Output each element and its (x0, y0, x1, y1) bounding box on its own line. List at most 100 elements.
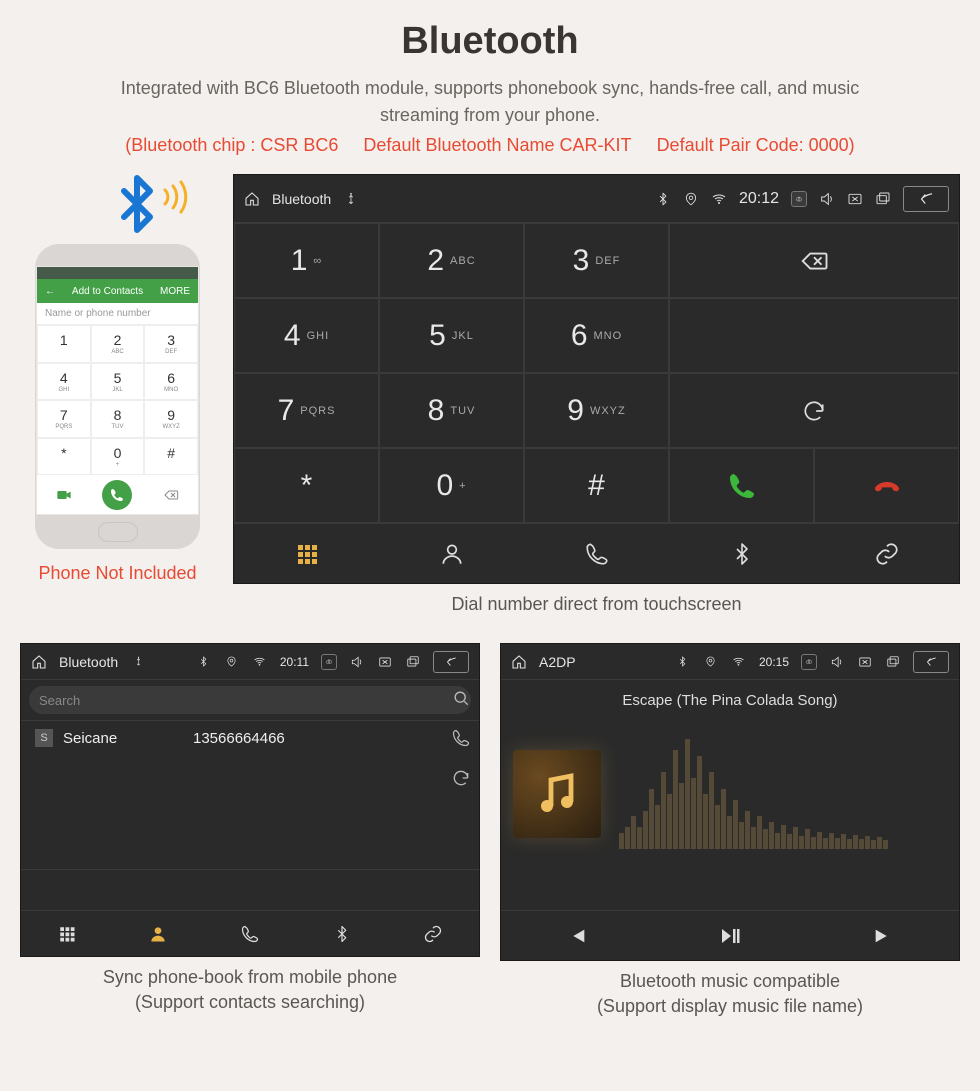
phone-key-1[interactable]: 1 (37, 325, 91, 363)
screenshot-icon[interactable] (791, 191, 807, 207)
phone-key-5[interactable]: 5JKL (91, 363, 145, 401)
tab-recents[interactable] (204, 911, 296, 956)
dial-key-*[interactable]: * (234, 448, 379, 523)
contact-name: Seicane (63, 730, 183, 747)
screenshot-icon[interactable] (321, 654, 337, 670)
dial-key-2[interactable]: 2ABC (379, 223, 524, 298)
page-subtitle: Integrated with BC6 Bluetooth module, su… (80, 75, 900, 129)
bluetooth-logo (20, 174, 215, 244)
phone-call-button[interactable] (102, 480, 132, 510)
phone-key-0[interactable]: 0+ (91, 438, 145, 476)
contacts-caption: Sync phone-book from mobile phone (Suppo… (20, 965, 480, 1015)
close-icon[interactable] (857, 654, 873, 670)
volume-icon[interactable] (819, 191, 835, 207)
album-art (513, 750, 601, 838)
bluetooth-icon (675, 654, 691, 670)
home-icon[interactable] (511, 654, 527, 670)
phone-caption: Phone Not Included (20, 561, 215, 586)
phone-video-icon[interactable] (56, 487, 72, 503)
page-title: Bluetooth (20, 20, 960, 63)
empty-cell (669, 298, 959, 373)
multitask-icon[interactable] (885, 654, 901, 670)
head-unit-dialer: Bluetooth 20:12 (233, 174, 960, 584)
side-refresh-icon[interactable] (451, 768, 471, 788)
dial-key-5[interactable]: 5JKL (379, 298, 524, 373)
dial-key-9[interactable]: 9WXYZ (524, 373, 669, 448)
wifi-icon (252, 654, 268, 670)
home-icon[interactable] (31, 654, 47, 670)
dial-key-4[interactable]: 4GHI (234, 298, 379, 373)
phone-key-9[interactable]: 9WXYZ (144, 400, 198, 438)
head-unit-music: A2DP 20:15 Escape (The (500, 643, 960, 961)
bluetooth-icon (196, 654, 212, 670)
dial-key-3[interactable]: 3DEF (524, 223, 669, 298)
redial-button[interactable] (669, 373, 959, 448)
backspace-button[interactable] (669, 223, 959, 298)
back-button[interactable] (903, 186, 949, 212)
wifi-icon (731, 654, 747, 670)
app-name: Bluetooth (272, 191, 331, 207)
wifi-icon (711, 191, 727, 207)
bluetooth-icon (655, 191, 671, 207)
phone-key-2[interactable]: 2ABC (91, 325, 145, 363)
phone-key-8[interactable]: 8TUV (91, 400, 145, 438)
back-button[interactable] (433, 651, 469, 673)
phone-back-icon[interactable]: ← (45, 286, 55, 297)
side-call-icon[interactable] (451, 728, 471, 748)
close-icon[interactable] (847, 191, 863, 207)
tab-bluetooth[interactable] (669, 524, 814, 583)
contact-number: 13566664466 (193, 730, 285, 747)
phone-delete-icon[interactable] (163, 487, 179, 503)
volume-icon[interactable] (829, 654, 845, 670)
phone-key-3[interactable]: 3DEF (144, 325, 198, 363)
gps-icon (224, 654, 240, 670)
play-pause-button[interactable] (654, 911, 807, 960)
prev-track-button[interactable] (501, 911, 654, 960)
phone-key-#[interactable]: # (144, 438, 198, 476)
tab-contacts[interactable] (379, 524, 524, 583)
music-caption: Bluetooth music compatible (Support disp… (500, 969, 960, 1019)
status-time: 20:15 (759, 655, 789, 669)
gps-icon (683, 191, 699, 207)
tab-pair[interactable] (814, 524, 959, 583)
track-title: Escape (The Pina Colada Song) (513, 692, 947, 709)
dial-key-8[interactable]: 8TUV (379, 373, 524, 448)
contact-row[interactable]: S Seicane 13566664466 (21, 721, 479, 755)
next-track-button[interactable] (806, 911, 959, 960)
tab-bluetooth[interactable] (296, 911, 388, 956)
phone-key-6[interactable]: 6MNO (144, 363, 198, 401)
tab-pair[interactable] (387, 911, 479, 956)
phone-input[interactable]: Name or phone number (37, 303, 198, 325)
home-icon[interactable] (244, 191, 260, 207)
phone-key-4[interactable]: 4GHI (37, 363, 91, 401)
music-visualizer (619, 739, 947, 849)
dial-key-#[interactable]: # (524, 448, 669, 523)
back-button[interactable] (913, 651, 949, 673)
tab-dialpad[interactable] (234, 524, 379, 583)
tab-contacts[interactable] (113, 911, 205, 956)
status-time: 20:11 (280, 655, 309, 669)
tab-dialpad[interactable] (21, 911, 113, 956)
dial-key-1[interactable]: 1∞ (234, 223, 379, 298)
gps-icon (703, 654, 719, 670)
usb-icon (130, 654, 146, 670)
close-icon[interactable] (377, 654, 393, 670)
call-button[interactable] (669, 448, 814, 523)
tab-recents[interactable] (524, 524, 669, 583)
dial-key-0[interactable]: 0+ (379, 448, 524, 523)
screenshot-icon[interactable] (801, 654, 817, 670)
usb-icon (343, 191, 359, 207)
dial-key-7[interactable]: 7PQRS (234, 373, 379, 448)
side-search-icon[interactable] (451, 688, 471, 708)
contact-initial: S (35, 729, 53, 747)
hangup-button[interactable] (814, 448, 959, 523)
phone-key-*[interactable]: * (37, 438, 91, 476)
search-input[interactable]: Search (29, 686, 471, 714)
status-time: 20:12 (739, 190, 779, 208)
multitask-icon[interactable] (405, 654, 421, 670)
multitask-icon[interactable] (875, 191, 891, 207)
volume-icon[interactable] (349, 654, 365, 670)
dial-key-6[interactable]: 6MNO (524, 298, 669, 373)
phone-key-7[interactable]: 7PQRS (37, 400, 91, 438)
bluetooth-specs-note: (Bluetooth chip : CSR BC6 Default Blueto… (20, 135, 960, 156)
